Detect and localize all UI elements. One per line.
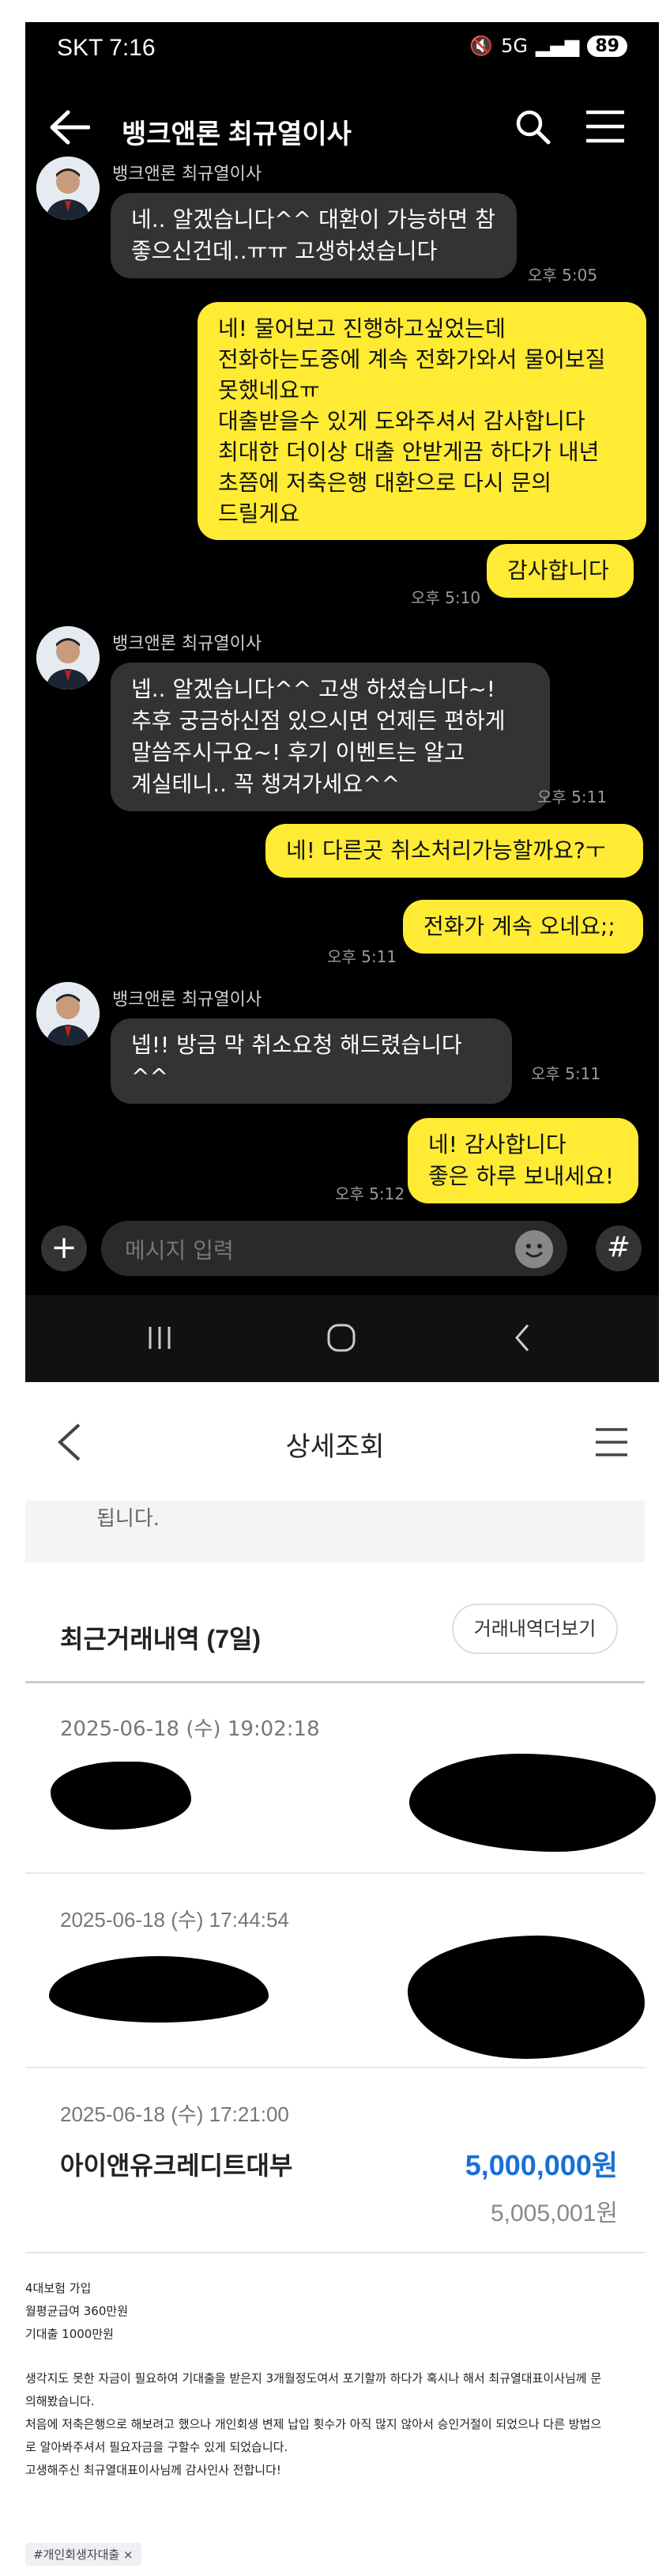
redaction-scribble (408, 1936, 645, 2059)
smiley-icon (518, 1233, 550, 1265)
back-nav-icon[interactable] (507, 1322, 539, 1354)
page-title: 상세조회 (285, 1432, 385, 1462)
message-bubble[interactable]: 넵!! 방금 막 취소요청 해드렸습니다^^ (111, 1018, 512, 1104)
divider (25, 1872, 645, 1874)
message-bubble[interactable]: 감사합니다 (487, 544, 634, 598)
detail-header: 상세조회 (0, 1382, 670, 1501)
sender-name: 뱅크앤론 최규열이사 (112, 634, 262, 654)
message-bubble[interactable]: 넵.. 알겠습니다^^ 고생 하셨습니다~! 추후 궁금하신점 있으시면 언제든… (111, 663, 550, 811)
post-line: 기대출 1000만원 (25, 2327, 114, 2341)
message-time: 오후 5:11 (537, 788, 608, 806)
message-bubble[interactable]: 네.. 알겠습니다^^ 대환이 가능하면 참 좋으신건데..ㅠㅠ 고생하셨습니다 (111, 193, 517, 278)
avatar[interactable] (36, 626, 100, 689)
message-time: 오후 5:05 (528, 266, 598, 285)
emoji-icon[interactable] (515, 1230, 553, 1268)
hashtag-chip[interactable]: #개인회생자대출 × (25, 2543, 141, 2566)
sender-name: 뱅크앤론 최규열이사 (112, 990, 262, 1010)
message-time: 오후 5:10 (411, 588, 481, 607)
divider (25, 1681, 645, 1683)
message-input[interactable]: 메시지 입력 (101, 1221, 567, 1276)
network-label: 5G (501, 35, 528, 57)
prev-text: 됩니다. (96, 1507, 160, 1531)
previous-content-box: 됩니다. (25, 1501, 645, 1562)
message-time: 오후 5:12 (335, 1184, 405, 1203)
system-navigation-bar (25, 1295, 659, 1382)
carrier-time: SKT 7:16 (57, 35, 156, 61)
home-icon[interactable] (326, 1322, 357, 1354)
divider (25, 2067, 645, 2068)
transaction-balance: 5,005,001원 (490, 2200, 618, 2227)
status-bar: SKT 7:16 🔇 5G ▂▄▆ 89 (25, 22, 659, 73)
post-summary: 4대보험 가입 월평균급여 360만원 기대출 1000만원 (25, 2277, 649, 2346)
message-bubble[interactable]: 전화가 계속 오네요;; (403, 900, 643, 954)
plus-icon[interactable]: + (41, 1226, 87, 1271)
post-line: 생각지도 못한 자금이 필요하여 기대출을 받은지 3개월정도여서 포기할까 하… (25, 2371, 602, 2385)
back-arrow-icon[interactable] (49, 109, 90, 145)
mute-icon: 🔇 (469, 35, 494, 57)
transaction-counterparty: 아이앤유크레디트대부 (60, 2151, 293, 2180)
post-line: 처음에 저축은행으로 해보려고 했으나 개인회생 변제 납입 횟수가 아직 많지… (25, 2417, 602, 2431)
person-icon (36, 982, 100, 1045)
sender-name: 뱅크앤론 최규열이사 (112, 164, 262, 184)
menu-icon[interactable] (585, 109, 626, 144)
post-body: 생각지도 못한 자금이 필요하여 기대출을 받은지 3개월정도여서 포기할까 하… (25, 2367, 649, 2482)
post-line: 월평균급여 360만원 (25, 2304, 128, 2318)
redaction-scribble (409, 1754, 656, 1852)
recent-apps-icon[interactable] (144, 1322, 175, 1354)
post-line: 고생해주신 최규열대표이사님께 감사인사 전합니다! (25, 2463, 281, 2477)
detail-screen: 상세조회 됩니다. 최근거래내역 (7일) 거래내역더보기 2025-06-18… (0, 1382, 670, 2576)
avatar[interactable] (36, 157, 100, 220)
message-bubble[interactable]: 네! 물어보고 진행하고싶었는데 전화하는도중에 계속 전화가와서 물어보질 못… (198, 302, 646, 540)
post-line: 의해봤습니다. (25, 2394, 95, 2408)
post-line: 로 알아봐주셔서 필요자금을 구할수 있게 되었습니다. (25, 2440, 288, 2454)
hash-icon[interactable]: # (596, 1226, 642, 1271)
message-bubble[interactable]: 네! 감사합니다 좋은 하루 보내세요! (408, 1118, 638, 1203)
message-time: 오후 5:11 (531, 1064, 601, 1083)
redaction-scribble (51, 1762, 191, 1830)
redaction-scribble (49, 1956, 269, 2023)
message-bubble[interactable]: 네! 다른곳 취소처리가능할까요?ㅜ (265, 824, 643, 878)
avatar[interactable] (36, 982, 100, 1045)
chat-header: 뱅크앤론 최규열이사 (25, 89, 659, 168)
message-composer: + 메시지 입력 # (25, 1208, 659, 1287)
person-icon (36, 157, 100, 220)
chat-title: 뱅크앤론 최규열이사 (122, 119, 352, 149)
battery-badge: 89 (587, 35, 627, 57)
divider (25, 2252, 645, 2253)
person-icon (36, 626, 100, 689)
post-line: 4대보험 가입 (25, 2281, 92, 2295)
section-title: 최근거래내역 (7일) (60, 1625, 262, 1653)
status-icons: 🔇 5G ▂▄▆ 89 (469, 35, 627, 57)
menu-icon[interactable] (594, 1426, 629, 1458)
signal-icon: ▂▄▆ (536, 35, 580, 57)
transaction-date: 2025-06-18 (수) 17:21:00 (60, 2102, 289, 2126)
transaction-date: 2025-06-18 (수) 19:02:18 (60, 1717, 320, 1741)
transaction-date: 2025-06-18 (수) 17:44:54 (60, 1908, 289, 1932)
search-icon[interactable] (514, 108, 551, 145)
message-time: 오후 5:11 (327, 947, 397, 966)
transaction-amount: 5,000,000원 (465, 2149, 618, 2181)
view-more-transactions-button[interactable]: 거래내역더보기 (452, 1603, 618, 1654)
chat-screen: SKT 7:16 🔇 5G ▂▄▆ 89 뱅크앤론 최규열이사 뱅크앤론 최규열… (25, 22, 659, 1382)
